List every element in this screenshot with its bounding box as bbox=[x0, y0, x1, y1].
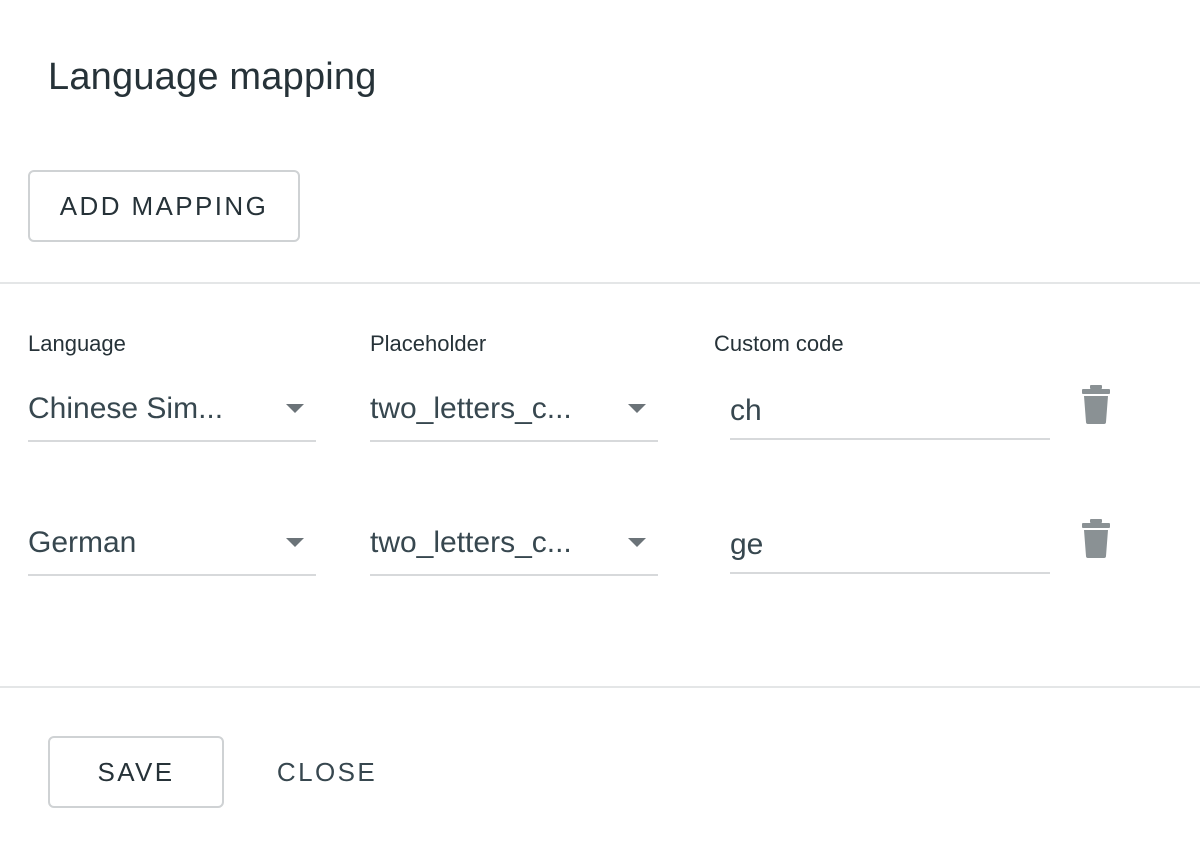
save-button[interactable]: SAVE bbox=[48, 736, 224, 808]
column-label-placeholder: Placeholder bbox=[370, 331, 487, 356]
placeholder-select-value: two_letters_c... bbox=[370, 526, 572, 559]
column-label-custom-code: Custom code bbox=[714, 331, 844, 356]
dialog-title: Language mapping bbox=[48, 56, 377, 98]
divider-top bbox=[0, 282, 1200, 284]
trash-icon[interactable] bbox=[1078, 519, 1114, 559]
language-select-row-2[interactable]: German bbox=[28, 516, 316, 576]
placeholder-select-value: two_letters_c... bbox=[370, 392, 572, 425]
chevron-down-icon bbox=[286, 538, 304, 547]
placeholder-select-row-2[interactable]: two_letters_c... bbox=[370, 516, 658, 576]
custom-code-input-row-1[interactable] bbox=[730, 384, 1050, 440]
placeholder-select-row-1[interactable]: two_letters_c... bbox=[370, 382, 658, 442]
add-mapping-button[interactable]: ADD MAPPING bbox=[28, 170, 300, 242]
language-select-row-1[interactable]: Chinese Sim... bbox=[28, 382, 316, 442]
chevron-down-icon bbox=[286, 404, 304, 413]
language-mapping-dialog: Language mapping ADD MAPPING Language Pl… bbox=[0, 0, 1200, 856]
close-button[interactable]: CLOSE bbox=[262, 736, 392, 808]
chevron-down-icon bbox=[628, 404, 646, 413]
column-label-language: Language bbox=[28, 331, 126, 356]
custom-code-input-row-2[interactable] bbox=[730, 518, 1050, 574]
chevron-down-icon bbox=[628, 538, 646, 547]
language-select-value: Chinese Sim... bbox=[28, 392, 224, 425]
trash-icon[interactable] bbox=[1078, 385, 1114, 425]
language-select-value: German bbox=[28, 526, 137, 559]
divider-bottom bbox=[0, 686, 1200, 688]
